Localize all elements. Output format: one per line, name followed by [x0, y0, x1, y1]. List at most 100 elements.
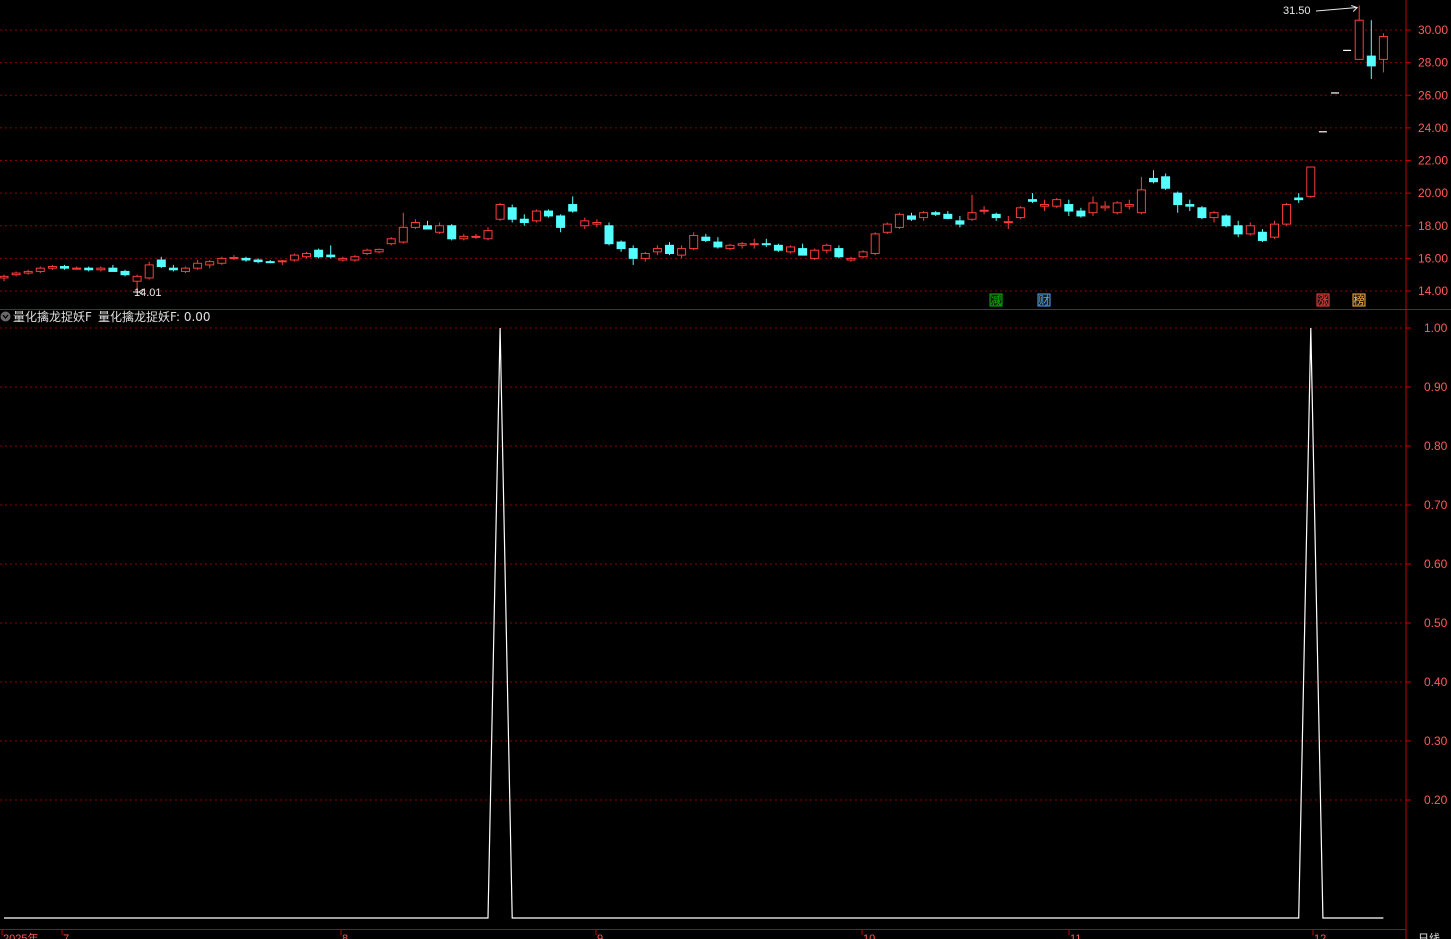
- candle[interactable]: [265, 260, 275, 264]
- candle[interactable]: [1257, 229, 1267, 243]
- candle[interactable]: [544, 209, 553, 218]
- candle[interactable]: [47, 264, 57, 270]
- candle[interactable]: [858, 250, 868, 259]
- candle[interactable]: [229, 255, 239, 261]
- indicator-header[interactable]: 量化擒龙捉妖F 量化擒龙捉妖F: 0.00: [0, 309, 211, 324]
- candle[interactable]: [907, 212, 916, 221]
- candle[interactable]: [894, 212, 904, 230]
- candle[interactable]: [0, 274, 9, 282]
- candle[interactable]: [870, 232, 880, 256]
- candle[interactable]: [205, 260, 215, 269]
- candlestick-series[interactable]: [0, 5, 1388, 291]
- candle[interactable]: [60, 264, 69, 270]
- candle[interactable]: [1040, 199, 1050, 212]
- candle[interactable]: [11, 271, 21, 277]
- candle[interactable]: [495, 202, 505, 221]
- period-label[interactable]: 日线: [1418, 931, 1440, 939]
- candle[interactable]: [689, 232, 699, 251]
- candle[interactable]: [338, 256, 348, 262]
- candle[interactable]: [1282, 202, 1292, 226]
- candle[interactable]: [1015, 206, 1025, 220]
- candle[interactable]: [713, 237, 723, 249]
- candle[interactable]: [1052, 198, 1062, 208]
- candle[interactable]: [435, 222, 445, 234]
- candle[interactable]: [665, 242, 674, 256]
- candle[interactable]: [737, 242, 747, 249]
- candle[interactable]: [483, 227, 493, 241]
- candle[interactable]: [1028, 193, 1037, 203]
- candle[interactable]: [725, 243, 735, 251]
- collapse-toggle-icon[interactable]: [0, 311, 11, 322]
- candle[interactable]: [326, 245, 336, 259]
- candle[interactable]: [35, 266, 45, 274]
- candle[interactable]: [640, 251, 650, 262]
- candle[interactable]: [386, 237, 396, 246]
- candle[interactable]: [919, 211, 929, 221]
- candle[interactable]: [72, 266, 82, 270]
- candle[interactable]: [507, 204, 517, 223]
- candle[interactable]: [314, 248, 324, 259]
- candle[interactable]: [302, 251, 311, 259]
- candle[interactable]: [531, 209, 541, 223]
- candle[interactable]: [1354, 5, 1364, 60]
- candle[interactable]: [1221, 214, 1231, 228]
- candle[interactable]: [1378, 33, 1388, 73]
- candle[interactable]: [967, 194, 977, 221]
- candle[interactable]: [1197, 206, 1207, 220]
- event-badge[interactable]: 减: [989, 293, 1003, 307]
- candle[interactable]: [822, 243, 832, 254]
- candle[interactable]: [156, 256, 166, 269]
- candle[interactable]: [846, 256, 856, 262]
- candle[interactable]: [1233, 220, 1243, 238]
- candle[interactable]: [253, 258, 263, 264]
- candle[interactable]: [96, 266, 106, 272]
- candle[interactable]: [943, 211, 953, 220]
- candle[interactable]: [882, 222, 892, 234]
- candle[interactable]: [1136, 176, 1146, 215]
- candle[interactable]: [979, 206, 989, 215]
- candle[interactable]: [1270, 220, 1279, 239]
- candle[interactable]: [834, 245, 844, 259]
- stock-chart[interactable]: 30.00 28.00 26.00 24.00 22.00 20.00 18.00 16.00…: [0, 0, 1451, 939]
- candle[interactable]: [1209, 211, 1219, 223]
- candle[interactable]: [374, 248, 384, 254]
- candle[interactable]: [810, 248, 820, 261]
- candle[interactable]: [120, 269, 130, 277]
- candle[interactable]: [350, 255, 360, 262]
- candle[interactable]: [459, 233, 469, 241]
- candle[interactable]: [1100, 201, 1110, 212]
- candle[interactable]: [931, 211, 941, 216]
- candle[interactable]: [277, 260, 287, 265]
- candle[interactable]: [773, 243, 783, 252]
- candle[interactable]: [23, 269, 33, 275]
- candle[interactable]: [1294, 193, 1304, 203]
- candle[interactable]: [181, 266, 190, 274]
- candle[interactable]: [616, 240, 626, 252]
- event-badge[interactable]: 财: [1037, 293, 1051, 307]
- event-badge[interactable]: 榜: [1352, 293, 1366, 307]
- candle[interactable]: [786, 245, 795, 254]
- candle[interactable]: [1173, 191, 1183, 213]
- event-badge[interactable]: 涨: [1316, 293, 1330, 307]
- candle[interactable]: [241, 256, 251, 262]
- candle[interactable]: [1161, 173, 1171, 190]
- candle[interactable]: [217, 256, 227, 265]
- candle[interactable]: [447, 224, 457, 241]
- candle[interactable]: [955, 215, 965, 228]
- candle[interactable]: [761, 238, 771, 247]
- candle[interactable]: [1366, 20, 1376, 79]
- candle[interactable]: [193, 260, 203, 270]
- candle[interactable]: [144, 261, 154, 280]
- candle[interactable]: [1306, 166, 1316, 199]
- candle[interactable]: [1185, 199, 1195, 212]
- candle[interactable]: [991, 212, 1001, 221]
- candle[interactable]: [410, 219, 420, 230]
- candle[interactable]: [362, 248, 372, 256]
- candle[interactable]: [1149, 170, 1158, 184]
- candle[interactable]: [1003, 215, 1013, 230]
- candle[interactable]: [1088, 196, 1098, 216]
- candle[interactable]: [798, 243, 808, 256]
- candle[interactable]: [289, 253, 299, 262]
- candle[interactable]: [677, 245, 687, 259]
- candle[interactable]: [84, 266, 94, 272]
